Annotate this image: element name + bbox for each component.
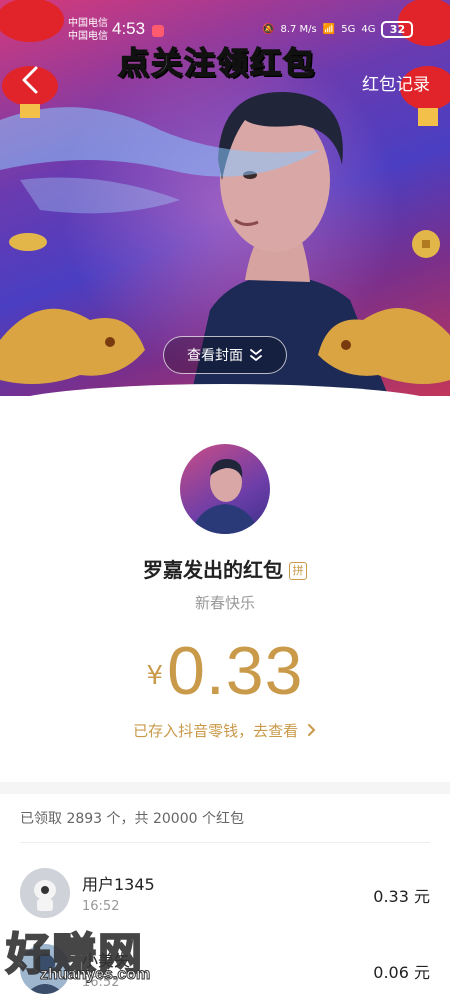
signal-5g-icon: 5G [341,23,356,35]
mute-icon: 🔕 [262,23,275,35]
gold-coin-icon [412,230,440,258]
claimer-name: 用户1345 [82,875,155,894]
sender-title: 罗嘉发出的红包拼 [0,554,450,583]
claim-amount: 0.06 元 [373,963,430,982]
claim-time: 16:52 [82,975,120,990]
deposit-link[interactable]: 已存入抖音零钱，去查看 [0,720,450,741]
avatar [20,944,70,994]
packet-info: 罗嘉发出的红包拼 新春快乐 ¥0.33 已存入抖音零钱，去查看 [0,396,450,782]
chevron-left-icon[interactable] [16,62,44,98]
cover-image: 中国电信 中国电信 4:53 🔕 8.7 M/s 📶 5G 4G 32 点关注领… [0,0,450,396]
divider [20,842,430,843]
deposit-text: 已存入抖音零钱，去查看 [133,722,299,740]
double-chevron-down-icon [250,349,262,362]
currency-symbol: ¥ [146,661,164,691]
status-time: 4:53 [112,19,146,38]
sender-avatar[interactable] [180,444,270,534]
chevron-right-icon [307,724,316,736]
red-packet-records-link[interactable]: 红包记录 [362,70,430,95]
notification-icon [152,25,164,37]
carrier-2: 中国电信 [68,31,108,42]
greeting-text: 新春快乐 [194,594,255,612]
list-item[interactable]: 用户1345 16:52 0.33 元 [0,868,450,940]
signal-4g-icon: 4G [361,23,376,35]
claims-summary: 已领取 2893 个，共 20000 个红包 [20,811,244,827]
wifi-icon: 📶 [322,23,336,35]
dragon-left-icon [0,308,145,384]
claimer-name: 小美失 [82,951,131,970]
view-cover-button[interactable]: 查看封面 [163,336,287,374]
avatar [20,868,70,918]
status-right: 🔕 8.7 M/s 📶 5G 4G 32 [262,20,414,38]
claims-list: 已领取 2893 个，共 20000 个红包 用户1345 16:52 0.33… [0,794,450,1000]
view-cover-label: 查看封面 [187,348,243,364]
carrier-labels: 中国电信 中国电信 [68,17,108,43]
dragon-right-icon [318,308,450,384]
list-item[interactable]: 小美失 16:52 0.06 元 [0,944,450,1000]
amount-value: 0.33 [167,633,304,709]
sender-name: 罗嘉发出的红包 [143,558,283,582]
pin-badge: 拼 [289,562,307,580]
net-speed: 8.7 M/s [280,23,317,35]
claim-time: 16:52 [82,899,120,914]
gold-ingot-icon [9,233,47,251]
battery-indicator: 32 [381,20,414,38]
amount-display: ¥0.33 [0,632,450,710]
overlay-title: 点关注领红包 [117,45,316,83]
carrier-1: 中国电信 [68,18,108,29]
claim-amount: 0.33 元 [373,887,430,906]
